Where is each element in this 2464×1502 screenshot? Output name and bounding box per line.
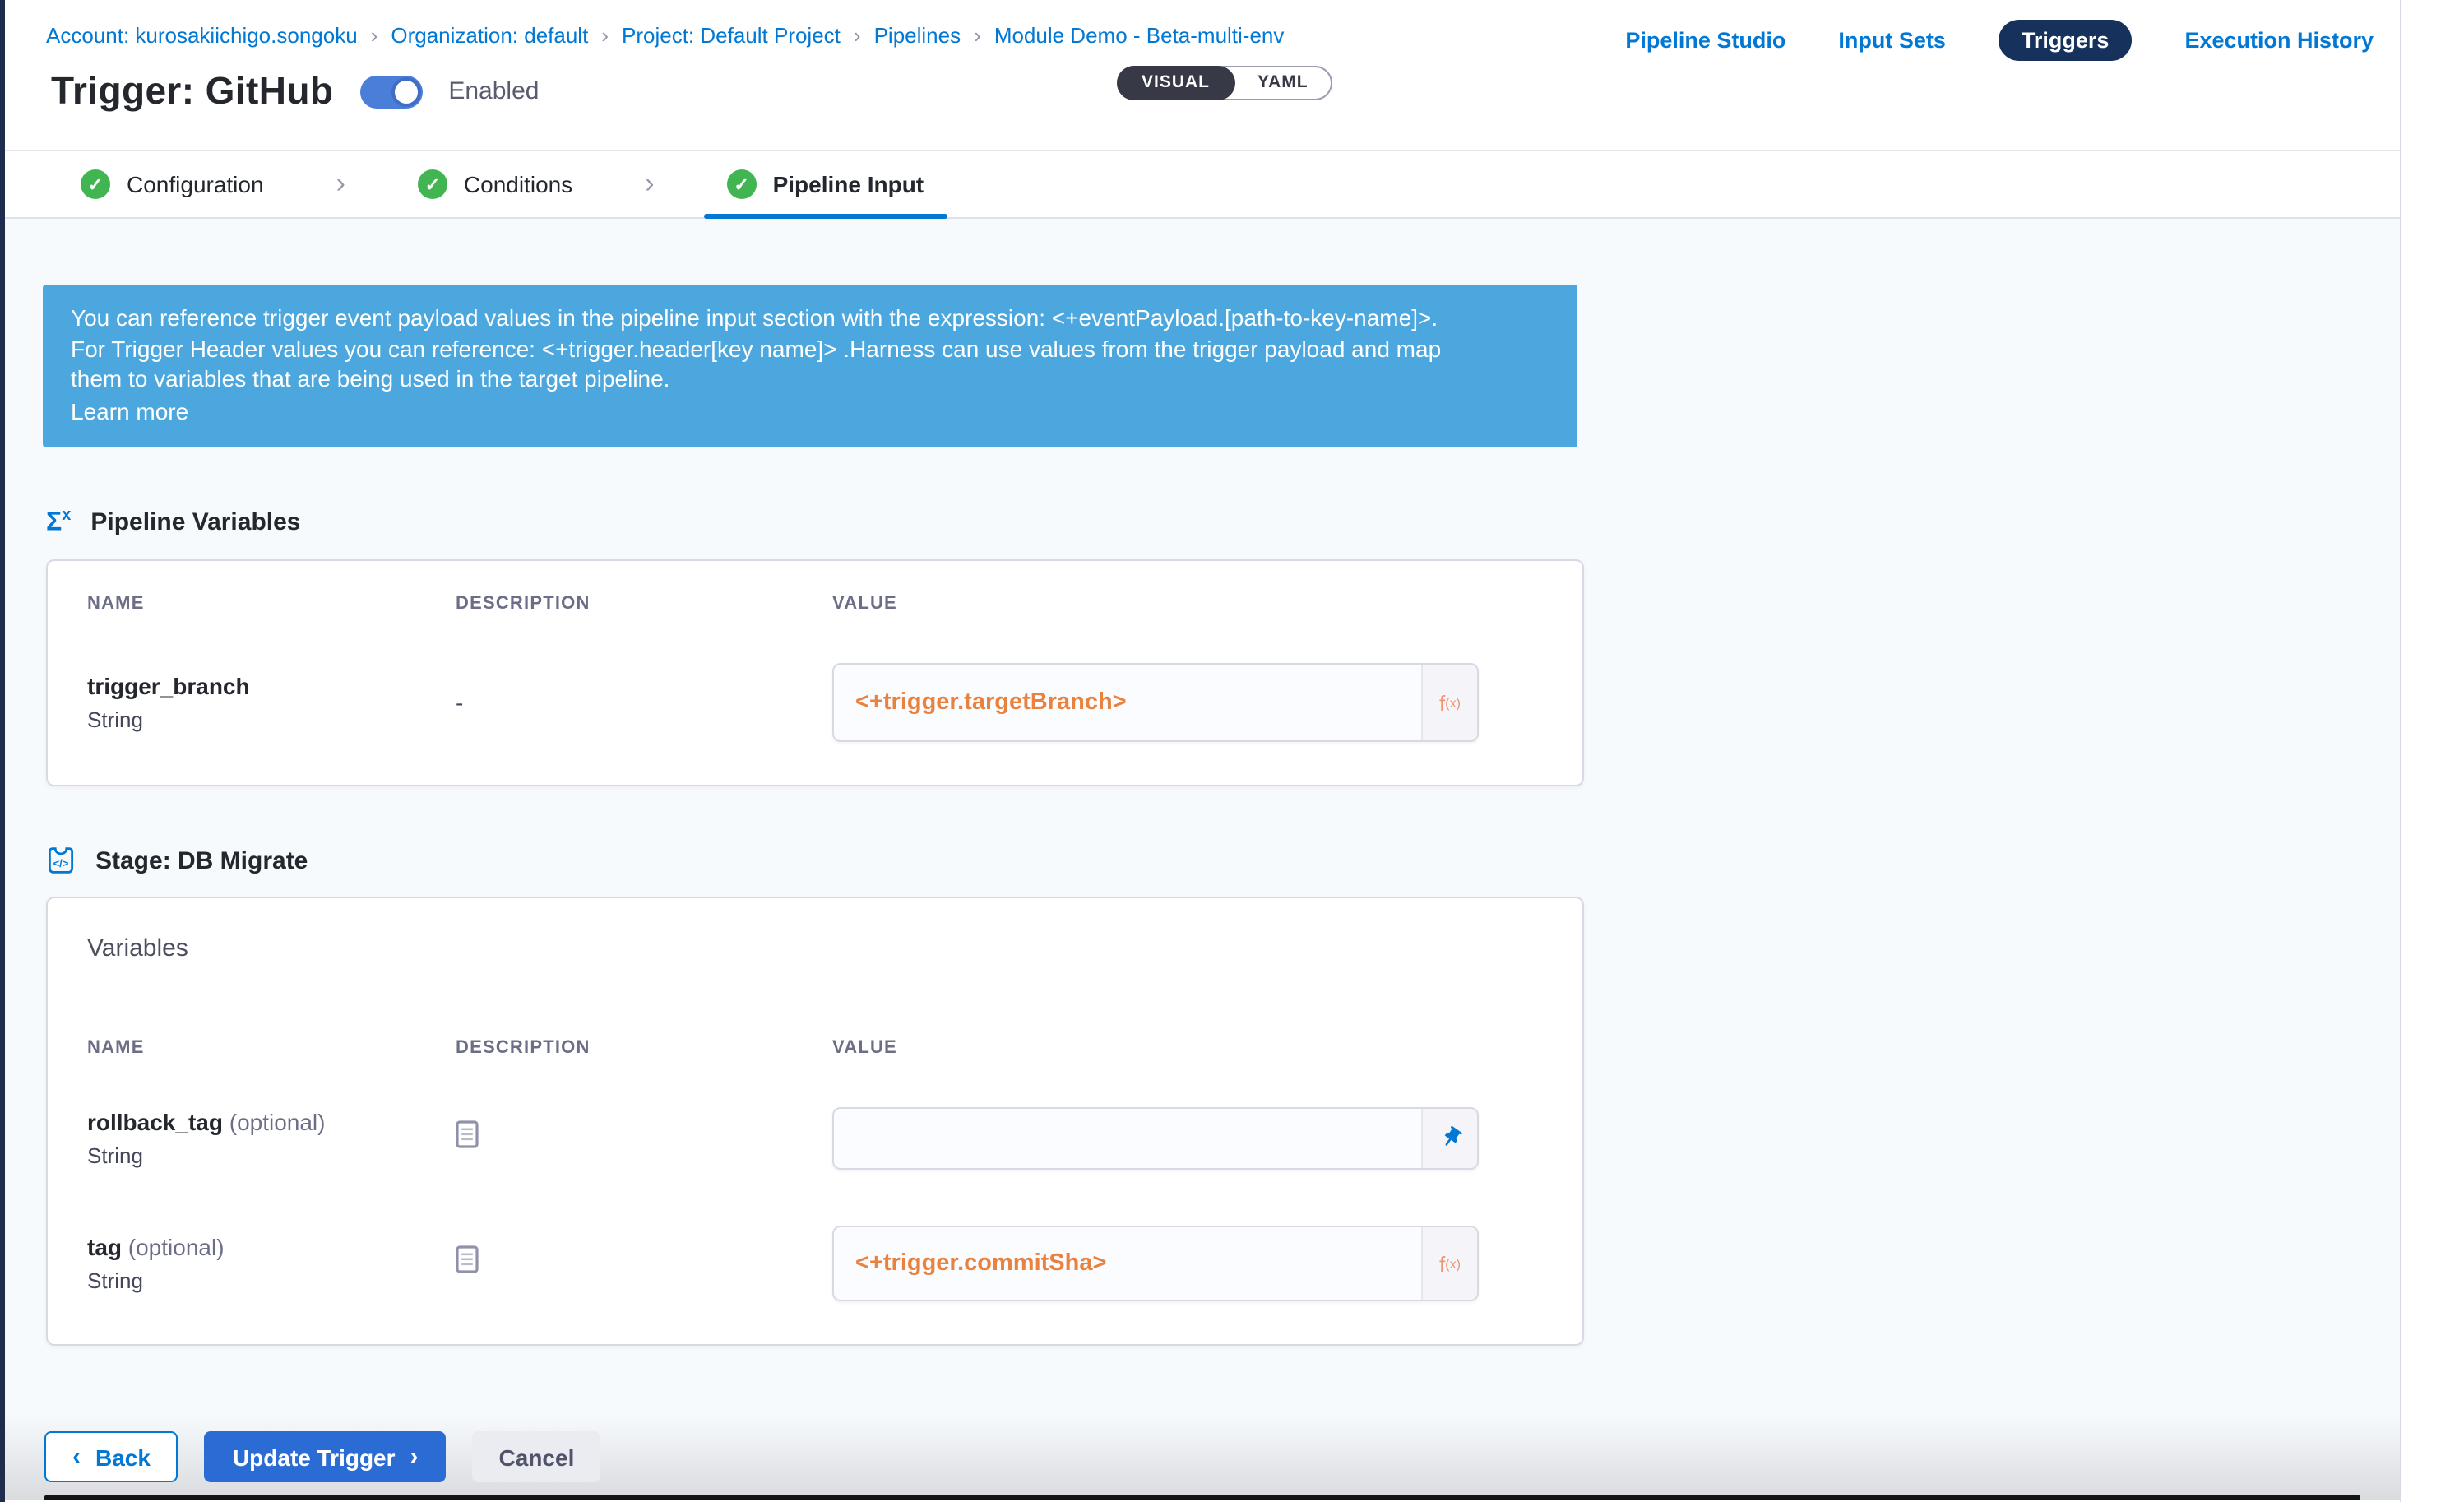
page-title: Trigger: GitHub (51, 69, 333, 114)
svg-text:</>: </> (53, 858, 69, 870)
variable-description-cell (456, 1121, 832, 1157)
column-name: NAME (87, 1039, 456, 1059)
column-description: DESCRIPTION (456, 595, 832, 614)
variable-name: tag (optional) (87, 1235, 456, 1261)
check-circle-icon: ✓ (81, 169, 110, 199)
variable-name-cell: trigger_branch String (87, 674, 456, 733)
learn-more-link[interactable]: Learn more (71, 396, 188, 426)
variable-name: rollback_tag (optional) (87, 1110, 456, 1136)
pipeline-variables-card: NAME DESCRIPTION VALUE trigger_branch St… (46, 560, 1584, 787)
variable-type: String (87, 1269, 456, 1294)
fx-expression-icon[interactable]: f(x) (1421, 1228, 1477, 1300)
chevron-right-icon: › (410, 1443, 419, 1471)
column-value: VALUE (832, 1039, 1543, 1059)
pin-icon[interactable] (1421, 1110, 1477, 1169)
nav-pipeline-studio[interactable]: Pipeline Studio (1625, 28, 1785, 53)
page-body: You can reference trigger event payload … (5, 219, 2400, 1500)
variable-name: trigger_branch (87, 674, 456, 700)
visual-mode-button[interactable]: VISUAL (1117, 66, 1234, 100)
pipeline-variables-header: Σx Pipeline Variables (46, 507, 2400, 539)
column-value: VALUE (832, 595, 1543, 614)
trigger-page: Account: kurosakiichigo.songoku › Organi… (0, 0, 2464, 1502)
column-name: NAME (87, 595, 456, 614)
table-header: NAME DESCRIPTION VALUE (87, 595, 1543, 614)
nav-input-sets[interactable]: Input Sets (1838, 28, 1946, 53)
trigger-branch-value-field: f(x) (832, 664, 1479, 743)
cancel-button[interactable]: Cancel (473, 1431, 601, 1482)
update-trigger-button[interactable]: Update Trigger › (205, 1431, 447, 1482)
tag-value-field: f(x) (832, 1226, 1479, 1302)
tab-configuration[interactable]: ✓ Configuration (71, 151, 274, 217)
breadcrumb-project[interactable]: Project: Default Project (622, 23, 841, 48)
footer-actions: ‹ Back Update Trigger › Cancel (44, 1431, 600, 1482)
trigger-branch-value-input[interactable] (834, 665, 1421, 741)
variable-name-cell: rollback_tag (optional) String (87, 1110, 456, 1169)
breadcrumb-pipelines[interactable]: Pipelines (874, 23, 961, 48)
banner-line: For Trigger Header values you can refere… (71, 333, 1549, 364)
column-description: DESCRIPTION (456, 1039, 832, 1059)
check-circle-icon: ✓ (727, 169, 757, 199)
variables-subtitle: Variables (87, 935, 1543, 963)
enabled-toggle[interactable] (359, 75, 422, 108)
yaml-mode-button[interactable]: YAML (1234, 67, 1332, 99)
table-row: trigger_branch String - f(x) (87, 664, 1543, 743)
stage-header: </> Stage: DB Migrate (46, 846, 2400, 876)
visual-yaml-toggle: VISUAL YAML (1117, 66, 1333, 100)
rollback-tag-value-field (832, 1108, 1479, 1171)
chevron-right-icon: › (974, 23, 981, 48)
stage-variables-card: Variables NAME DESCRIPTION VALUE rollbac… (46, 897, 1584, 1347)
optional-suffix: (optional) (229, 1110, 326, 1136)
description-note-icon[interactable] (456, 1121, 479, 1149)
section-title: Pipeline Variables (90, 508, 300, 536)
wizard-tabbar: ✓ Configuration › ✓ Conditions › ✓ Pipel… (5, 151, 2400, 219)
chevron-right-icon: › (854, 23, 861, 48)
tab-label: Conditions (464, 171, 572, 197)
chevron-right-icon: › (371, 23, 378, 48)
banner-line: them to variables that are being used in… (71, 364, 1549, 394)
fx-expression-icon[interactable]: f(x) (1421, 665, 1477, 741)
window-bottom-edge (44, 1495, 2360, 1500)
variable-description: - (456, 690, 832, 716)
chevron-right-icon: › (336, 168, 345, 201)
table-row: rollback_tag (optional) String (87, 1108, 1543, 1171)
tab-label: Pipeline Input (773, 171, 924, 197)
optional-suffix: (optional) (128, 1235, 225, 1261)
variable-description-cell (456, 1246, 832, 1282)
breadcrumb-organization[interactable]: Organization: default (391, 23, 588, 48)
table-row: tag (optional) String (87, 1226, 1543, 1302)
table-header: NAME DESCRIPTION VALUE (87, 1039, 1543, 1059)
chevron-left-icon: ‹ (72, 1443, 81, 1471)
info-banner: You can reference trigger event payload … (43, 285, 1577, 447)
toggle-knob (391, 76, 420, 106)
variable-type: String (87, 708, 456, 733)
back-button[interactable]: ‹ Back (44, 1431, 178, 1482)
banner-line: You can reference trigger event payload … (71, 303, 1549, 333)
variable-name-cell: tag (optional) String (87, 1235, 456, 1294)
nav-execution-history[interactable]: Execution History (2184, 28, 2374, 53)
pipeline-nav: Pipeline Studio Input Sets Triggers Exec… (1625, 20, 2374, 61)
variable-type: String (87, 1144, 456, 1169)
tab-conditions[interactable]: ✓ Conditions (408, 151, 582, 217)
nav-triggers-active[interactable]: Triggers (1999, 20, 2133, 61)
enabled-label: Enabled (448, 77, 539, 105)
tag-value-input[interactable] (834, 1228, 1421, 1300)
check-circle-icon: ✓ (418, 169, 447, 199)
tab-label: Configuration (127, 171, 264, 197)
stage-icon: </> (46, 846, 76, 876)
breadcrumb-pipeline-name[interactable]: Module Demo - Beta-multi-env (994, 23, 1285, 48)
section-title: Stage: DB Migrate (95, 847, 308, 875)
breadcrumb-account[interactable]: Account: kurosakiichigo.songoku (46, 23, 358, 48)
chevron-right-icon: › (601, 23, 609, 48)
pipeline-variables-icon: Σx (46, 507, 71, 539)
page-header: Account: kurosakiichigo.songoku › Organi… (5, 0, 2400, 151)
tab-pipeline-input[interactable]: ✓ Pipeline Input (717, 151, 934, 217)
sidebar-edge (0, 0, 5, 1502)
description-note-icon[interactable] (456, 1246, 479, 1274)
main-content: Account: kurosakiichigo.songoku › Organi… (5, 0, 2401, 1502)
chevron-right-icon: › (645, 168, 654, 201)
rollback-tag-value-input[interactable] (834, 1110, 1421, 1169)
